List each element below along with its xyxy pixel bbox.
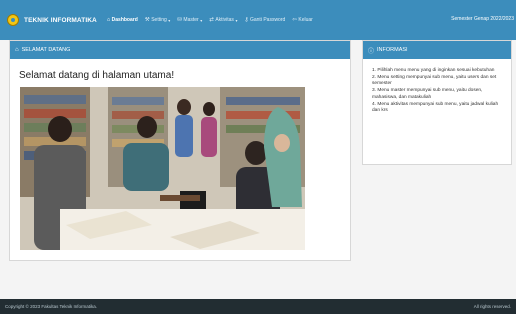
caret-down-icon: ▾: [168, 17, 171, 23]
home-icon: ⌂: [15, 47, 19, 53]
welcome-box-header: ⌂ SELAMAT DATANG: [10, 41, 350, 59]
sign-out-icon: ⇦: [292, 17, 297, 23]
nav-item-label: Keluar: [298, 17, 313, 23]
top-navbar: TEKNIK INFORMATIKA ⌂ Dashboard ⚒ Setting ▾ ⛁ M…: [0, 0, 516, 40]
nav-item-master[interactable]: ⛁ Master ▾: [177, 17, 202, 23]
welcome-heading: Selamat datang di halaman utama!: [19, 70, 175, 81]
database-icon: ⛁: [177, 17, 182, 23]
info-list-item: 1. Pilihlah menu menu yang di inginkan s…: [372, 68, 495, 73]
brand-title: TEKNIK INFORMATIKA: [24, 16, 97, 24]
home-icon: ⌂: [106, 17, 111, 23]
info-list-item: 3. Menu master mempunyai sub menu, yaitu…: [372, 88, 483, 100]
nav-item-label: Master: [183, 17, 199, 23]
footer: Copyright © 2023 Fakultas Teknik Informa…: [0, 299, 516, 314]
info-list-item: 2. Menu setting mempunyai sub menu, yait…: [372, 74, 497, 87]
info-circle-icon: ⓘ: [368, 48, 375, 55]
brand[interactable]: TEKNIK INFORMATIKA: [7, 14, 97, 26]
info-box-header: ⓘ INFORMASI: [363, 41, 511, 59]
nav-item-label: Dashboard: [111, 17, 138, 23]
exchange-icon: ⇄: [209, 17, 214, 23]
nav-item-ganti-password[interactable]: ⚷ Ganti Password: [244, 17, 285, 23]
nav-item-label: Setting: [151, 17, 167, 23]
welcome-box-title: SELAMAT DATANG: [21, 47, 71, 53]
nav-item-label: Aktivitas: [215, 17, 234, 23]
footer-rights: All rights reserved.: [473, 304, 511, 309]
nav-item-dashboard[interactable]: ⌂ Dashboard: [107, 17, 138, 23]
key-icon: ⚷: [244, 17, 249, 23]
semester-label[interactable]: Semester Genap 2022/2023: [451, 16, 514, 22]
wrench-icon: ⚒: [144, 17, 150, 23]
university-logo-icon: [7, 14, 19, 26]
nav-item-keluar[interactable]: ⇦ Keluar: [292, 17, 313, 23]
info-box-title: INFORMASI: [377, 47, 408, 53]
info-box: ⓘ INFORMASI 1. Pilihlah menu menu yang d…: [362, 40, 512, 165]
nav-item-setting[interactable]: ⚒ Setting ▾: [145, 17, 171, 23]
info-list-item: 4. Menu aktivitas mempunyai sub menu, ya…: [372, 101, 499, 113]
nav-item-label: Ganti Password: [249, 17, 286, 23]
students-library-photo: [20, 87, 305, 250]
footer-copyright: Copyright © 2023 Fakultas Teknik Informa…: [5, 304, 98, 309]
caret-down-icon: ▾: [200, 17, 203, 23]
nav-item-aktivitas[interactable]: ⇄ Aktivitas ▾: [209, 17, 237, 23]
caret-down-icon: ▾: [235, 17, 238, 23]
info-list: 1. Pilihlah menu menu yang di inginkan s…: [363, 68, 511, 114]
main-nav: ⌂ Dashboard ⚒ Setting ▾ ⛁ Master ▾ ⇄ Aktivitas ▾ ⚷ G…: [107, 17, 320, 23]
